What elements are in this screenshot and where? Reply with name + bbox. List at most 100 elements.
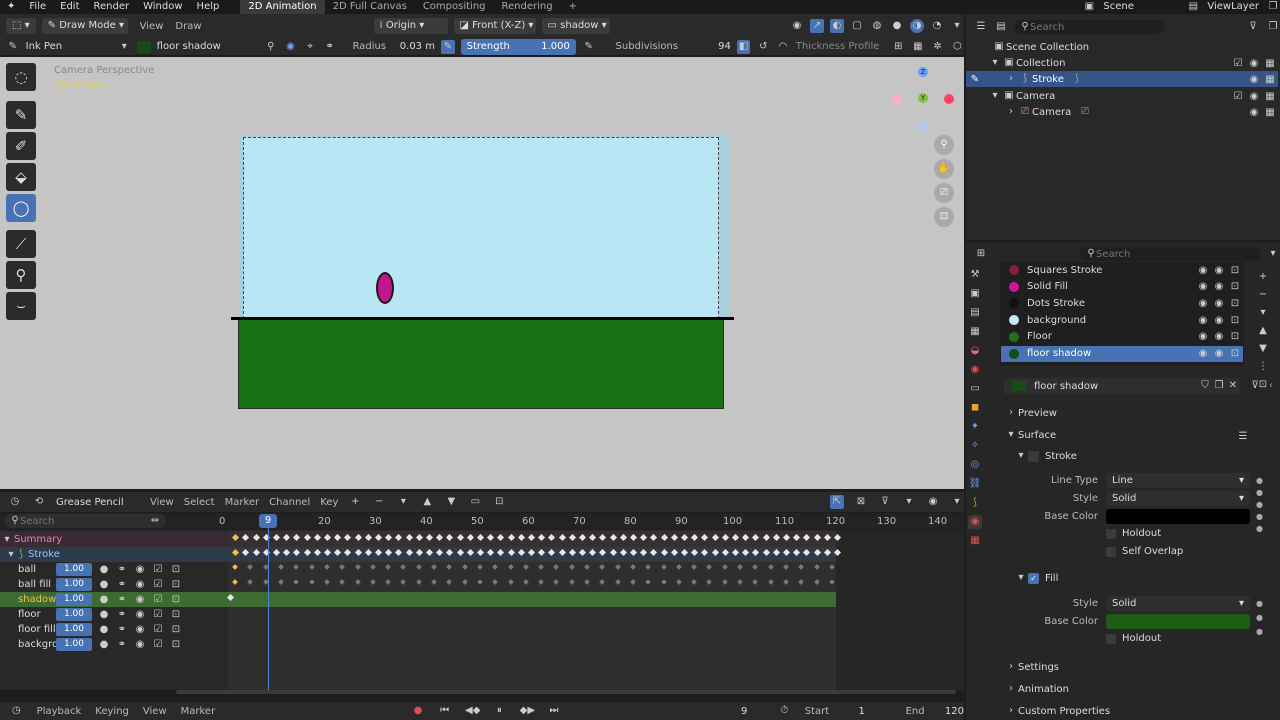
slot-more-icon[interactable]: ⋮ [1256, 360, 1270, 374]
tint-tool-icon[interactable]: ⟋ [6, 230, 36, 258]
outliner-stroke-object[interactable]: › ⟆ Stroke ⟆ ◉ ▦ [966, 71, 1278, 87]
material-selector[interactable]: floor shadow [157, 41, 258, 52]
datablock-name[interactable]: floor shadow [1034, 381, 1198, 392]
material-slot-row[interactable]: Solid Fill ◉ ◉ ⊡ [1001, 279, 1243, 295]
material-collapse-icon[interactable]: ‹ [1264, 379, 1278, 393]
texture-tab-icon[interactable]: ▦ [968, 534, 982, 548]
line-type-anim-dot[interactable]: ● [1256, 476, 1263, 485]
playhead-line[interactable] [268, 515, 269, 690]
layer-onion-icon[interactable]: ⚭ [114, 564, 130, 575]
line-type-dropdown[interactable]: Line ▾ [1106, 473, 1250, 488]
layer-onion-icon[interactable]: ⚭ [114, 579, 130, 590]
navigation-gizmo[interactable]: Z Y [892, 67, 956, 131]
material-slot-row[interactable]: Floor ◉ ◉ ⊡ [1001, 329, 1243, 345]
gizmo-neg-x-icon[interactable] [892, 94, 902, 104]
stroke-expand-icon[interactable]: ▾ [0, 548, 14, 562]
camera-collection-eye-icon[interactable]: ◉ [1246, 91, 1262, 102]
lock-layers-icon[interactable]: ⊡ [492, 495, 506, 509]
self-overlap-row[interactable]: Self Overlap [1106, 546, 1183, 557]
zoom-icon[interactable]: ⚲ [934, 135, 954, 155]
lock-icon[interactable]: ⊡ [934, 207, 954, 227]
scene-tab-icon[interactable]: ◒ [968, 344, 982, 358]
filter-icon[interactable]: ⊽ [878, 495, 892, 509]
style-anim-dot[interactable]: ● [1256, 488, 1263, 497]
outliner-new-collection-icon[interactable]: ❐ [1266, 20, 1280, 34]
erase-tool-icon[interactable]: ✐ [6, 132, 36, 160]
end-frame-field[interactable]: 120 [939, 706, 964, 717]
add-slot-icon[interactable]: + [1256, 270, 1270, 284]
only-selected-icon[interactable]: ⇱ [830, 495, 844, 509]
tab-2d-full-canvas[interactable]: 2D Full Canvas [325, 0, 415, 14]
eyedropper-tool-icon[interactable]: ⚲ [6, 261, 36, 289]
fill-holdout-checkbox[interactable] [1106, 633, 1116, 644]
overlay-toggle-icon[interactable]: ◐ [830, 19, 844, 33]
move-down-icon[interactable]: ▼ [444, 495, 458, 509]
style-dropdown[interactable]: Solid ▾ [1106, 491, 1250, 506]
layer-opacity-field[interactable]: 1.00 [56, 578, 92, 591]
material-lock-icon[interactable]: ⊡ [1227, 348, 1243, 359]
playhead-frame-badge[interactable]: 9 [259, 514, 277, 528]
pressure-strength-icon[interactable]: ✎ [582, 40, 596, 54]
proportional-icon[interactable]: ◉ [926, 495, 940, 509]
layer-lock-icon[interactable]: ⊡ [168, 594, 184, 605]
layer-eye-icon[interactable]: ◉ [132, 579, 148, 590]
radius-field[interactable]: 0.03 m [392, 41, 435, 52]
preview-panel[interactable]: › Preview [1004, 406, 1057, 420]
add-workspace-button[interactable]: + [561, 0, 585, 14]
surface-menu-icon[interactable]: ☰ [1236, 430, 1250, 444]
edit-mode-pen-icon[interactable]: ✎ [968, 73, 982, 87]
layer-lock-icon[interactable]: ⊡ [168, 609, 184, 620]
jump-keyframe-back-icon[interactable]: ◀◆ [465, 704, 480, 718]
shading-wireframe-icon[interactable]: ◍ [870, 19, 884, 33]
layer-name[interactable]: ball [0, 564, 56, 575]
timeline-editor-icon[interactable]: ◷ [10, 704, 23, 718]
layer-dot-icon[interactable]: ● [96, 564, 112, 575]
snap-dropdown-icon[interactable]: ▾ [950, 495, 964, 509]
material-eye-icon[interactable]: ◉ [1211, 348, 1227, 359]
jump-start-icon[interactable]: ⏮ [438, 704, 451, 718]
current-frame-field[interactable]: 9 [724, 706, 764, 717]
playback-menu[interactable]: Playback [37, 706, 82, 717]
summary-row[interactable]: ▾ Summary [0, 532, 228, 547]
unlink-material-icon[interactable]: ✕ [1226, 379, 1240, 393]
grid-snap-icon[interactable]: ⊞ [891, 40, 905, 54]
layer-opacity-field[interactable]: 1.00 [56, 638, 92, 651]
view-layer-copy-icon[interactable]: ❐ [1266, 0, 1280, 14]
layer-row[interactable]: floor 1.00 ● ⚭ ◉ ☑ ⊡ [0, 607, 228, 622]
layer-opacity-field[interactable]: 1.00 [56, 593, 92, 606]
onion-skin-icon[interactable]: ▭ [468, 495, 482, 509]
layer-eye-icon[interactable]: ◉ [132, 639, 148, 650]
mode-dropdown[interactable]: ✎ Draw Mode ▾ [41, 18, 128, 34]
dopesheet-mode-dropdown[interactable]: Grease Pencil [56, 497, 140, 508]
layer-row[interactable]: backgro 1.00 ● ⚭ ◉ ☑ ⊡ [0, 637, 228, 652]
collection-expand-icon[interactable]: ▾ [988, 56, 1002, 70]
layer-onion-icon[interactable]: ⚭ [114, 624, 130, 635]
layer-checkbox[interactable]: ☑ [150, 564, 166, 575]
material-hide-icon[interactable]: ◉ [1195, 265, 1211, 276]
layer-name[interactable]: floor [0, 609, 56, 620]
layer-checkbox[interactable]: ☑ [150, 594, 166, 605]
fill-holdout-anim-dot[interactable]: ● [1256, 627, 1263, 636]
stroke-object-row[interactable]: ▾ ⟆ Stroke [0, 547, 228, 562]
material-filter-icon[interactable]: ⊽ [1248, 379, 1262, 393]
render-tab-icon[interactable]: ▣ [968, 287, 982, 301]
material-hide-icon[interactable]: ◉ [1195, 331, 1211, 342]
camera-collection-checkbox[interactable]: ☑ [1230, 91, 1246, 102]
layer-name[interactable]: ball fill [0, 579, 56, 590]
layer-dot-icon[interactable]: ● [96, 609, 112, 620]
material-lock-icon[interactable]: ⊡ [1227, 331, 1243, 342]
jump-keyframe-forward-icon[interactable]: ◆▶ [520, 704, 535, 718]
constraints-tab-icon[interactable]: ⛓ [968, 477, 982, 491]
fill-toggle-checkbox[interactable]: ✓ [1028, 572, 1039, 584]
thickness-curve-icon[interactable]: ◠ [776, 40, 790, 54]
settings-panel[interactable]: › Settings [1004, 660, 1059, 674]
layer-dot-icon[interactable]: ● [96, 594, 112, 605]
self-overlap-anim-dot[interactable]: ● [1256, 524, 1263, 533]
stabilize-icon[interactable]: ▦ [911, 40, 925, 54]
scene-name[interactable]: Scene [1096, 0, 1186, 14]
fill-style-dropdown[interactable]: Solid ▾ [1106, 596, 1250, 611]
layer-name[interactable]: shadow [0, 594, 56, 605]
material-eye-icon[interactable]: ◉ [1211, 315, 1227, 326]
layer-name[interactable]: backgro [0, 639, 58, 650]
eyedropper-icon[interactable]: ⚭ [323, 40, 337, 54]
